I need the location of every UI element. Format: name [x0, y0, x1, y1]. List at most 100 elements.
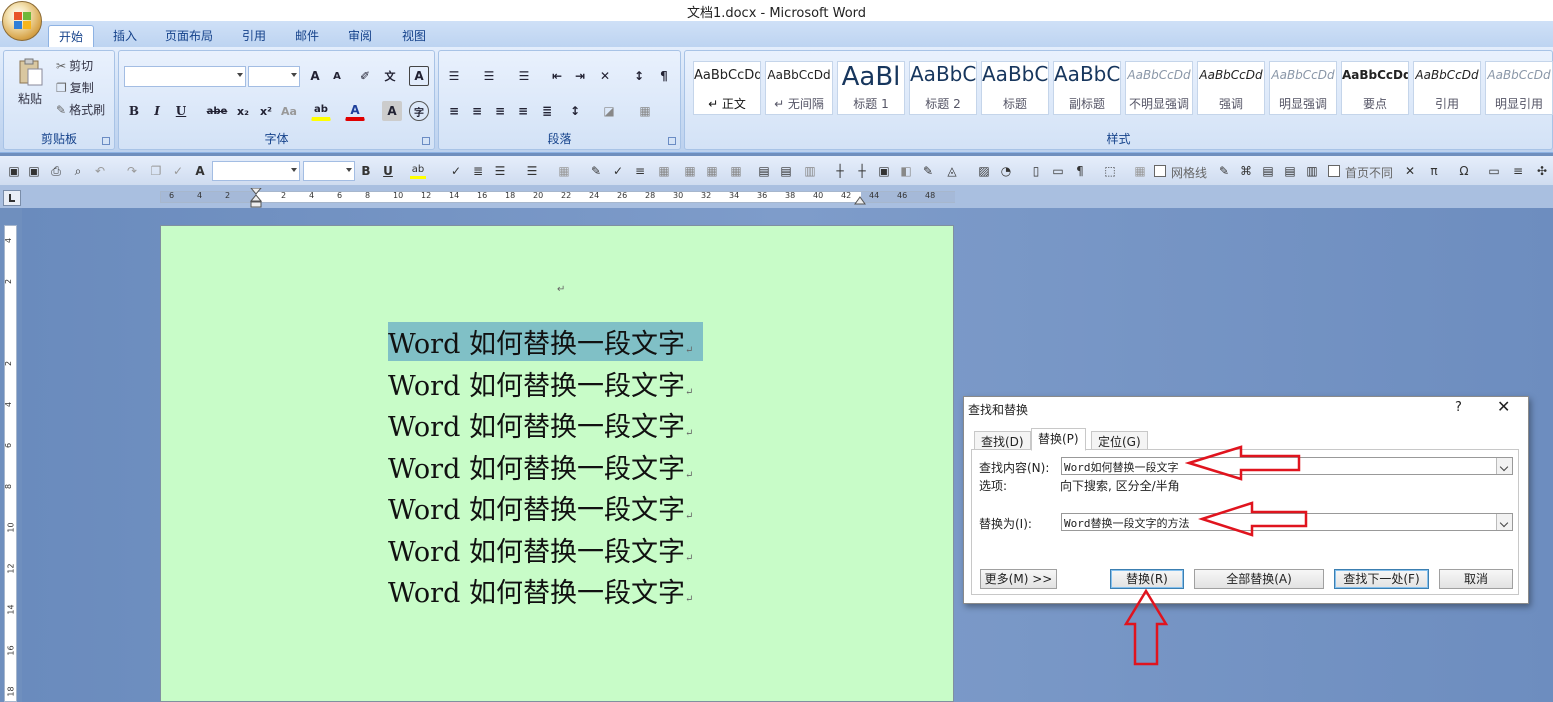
more-button[interactable]: 更多(M) >>	[980, 569, 1057, 589]
qat-fill-icon[interactable]: ◬	[944, 163, 960, 179]
format-brush-small-icon[interactable]: ✓	[170, 163, 186, 179]
shrink-font-button[interactable]: A	[327, 66, 347, 86]
underline-button[interactable]: U	[171, 101, 191, 121]
style-item[interactable]: AaBbCcDd ↵ 无间隔	[765, 61, 833, 115]
document-text-line[interactable]: Word 如何替换一段文字↵	[388, 530, 693, 569]
chevron-down-icon[interactable]	[1496, 514, 1512, 530]
qat-para3-icon[interactable]: ⌘	[1238, 163, 1254, 179]
style-item[interactable]: AaBbCcDd 不明显强调	[1125, 61, 1193, 115]
save-icon[interactable]: ▣	[6, 163, 22, 179]
qat-select-icon[interactable]: ⬚	[1102, 163, 1118, 179]
qat-symbol-icon[interactable]: ▭	[1486, 163, 1502, 179]
cancel-button[interactable]: 取消	[1439, 569, 1513, 589]
tab-mailings[interactable]: 邮件	[285, 25, 329, 47]
replace-all-button[interactable]: 全部替换(A)	[1194, 569, 1324, 589]
qat-paragraph-icon[interactable]: ≣	[470, 163, 486, 179]
tab-references[interactable]: 引用	[232, 25, 276, 47]
tab-view[interactable]: 视图	[392, 25, 436, 47]
tab-insert[interactable]: 插入	[103, 25, 147, 47]
qat-note-icon[interactable]: ▤	[1282, 163, 1298, 179]
qat-merge-icon[interactable]: ▥	[802, 163, 818, 179]
align-left-icon[interactable]: ≡	[444, 101, 464, 121]
show-marks-icon[interactable]: ¶	[654, 66, 674, 86]
document-text-line[interactable]: Word 如何替换一段文字↵	[388, 571, 693, 610]
font-launcher[interactable]	[422, 137, 430, 145]
qat-para2-icon[interactable]: ¶	[1072, 163, 1088, 179]
grow-font-button[interactable]: A	[305, 66, 325, 86]
font-name-combo[interactable]	[124, 66, 246, 87]
increase-indent-icon[interactable]: ⇥	[570, 66, 590, 86]
qat-brush-icon[interactable]: ✎	[1216, 163, 1232, 179]
tab-page-layout[interactable]: 页面布局	[155, 25, 223, 47]
qat-highlight-icon[interactable]: ab	[410, 163, 426, 179]
style-item[interactable]: AaBbCcDd 明显强调	[1269, 61, 1337, 115]
save-as-icon[interactable]: ▣	[26, 163, 42, 179]
qat-table-icon[interactable]: ▦	[656, 163, 672, 179]
qat-center-icon[interactable]: ≡	[632, 163, 648, 179]
cut-button[interactable]: ✂ 剪切	[56, 57, 93, 74]
justify-icon[interactable]: ≡	[513, 101, 533, 121]
bullets-icon[interactable]: ☰	[444, 66, 464, 86]
enclose-char-button[interactable]: 字	[409, 101, 429, 121]
qat-bold-button[interactable]: B	[358, 163, 374, 179]
clipboard-launcher[interactable]	[102, 137, 110, 145]
find-next-button[interactable]: 查找下一处(F)	[1334, 569, 1429, 589]
first-page-diff-checkbox[interactable]	[1328, 165, 1340, 177]
qat-table4-icon[interactable]: ▦	[728, 163, 744, 179]
vertical-ruler[interactable]: 4 2 2 4 6 8 10 12 14 16 18	[4, 225, 17, 702]
strikethrough-button[interactable]: abe	[205, 101, 229, 121]
qat-text-icon[interactable]: ▤	[1260, 163, 1276, 179]
align-right-icon[interactable]: ≡	[490, 101, 510, 121]
multilevel-list-icon[interactable]: ☰	[514, 66, 534, 86]
horizontal-ruler[interactable]: 6 4 2 2 4 6 8 10 12 14 16 18 20 22 24 26 28 30 32 34 36 38 40 4…	[160, 188, 955, 208]
right-indent-marker-icon[interactable]	[854, 194, 866, 206]
borders-icon[interactable]: ▦	[635, 101, 655, 121]
highlight-button[interactable]: ab	[311, 101, 331, 121]
qat-grid3-icon[interactable]: ▦	[1132, 163, 1148, 179]
qat-split2-icon[interactable]: ┼	[854, 163, 870, 179]
paste-button[interactable]: 粘贴	[8, 57, 52, 107]
chevron-down-icon[interactable]	[1496, 458, 1512, 474]
sort-icon[interactable]: ↕	[629, 66, 649, 86]
format-painter-button[interactable]: ✎ 格式刷	[56, 101, 105, 118]
qat-numbering-icon[interactable]: ☰	[524, 163, 540, 179]
qat-chars-icon[interactable]: ✎	[588, 163, 604, 179]
qat-size-combo[interactable]	[303, 161, 355, 181]
qat-frame-icon[interactable]: ▭	[1050, 163, 1066, 179]
tab-replace[interactable]: 替换(P)	[1031, 428, 1086, 451]
change-case-button[interactable]: Aa	[279, 101, 299, 121]
paste-small-icon[interactable]: ❐	[148, 163, 164, 179]
style-item[interactable]: AaBbC 标题	[981, 61, 1049, 115]
indent-marker-icon[interactable]	[250, 188, 262, 208]
qat-textbox-icon[interactable]: ▣	[876, 163, 892, 179]
tab-goto[interactable]: 定位(G)	[1091, 431, 1148, 450]
font-dialog-icon[interactable]: A	[192, 163, 208, 179]
document-text-line[interactable]: Word 如何替换一段文字↵	[388, 447, 693, 486]
subscript-button[interactable]: x₂	[233, 101, 253, 121]
char-border-button[interactable]: A	[409, 66, 429, 86]
qat-table3-icon[interactable]: ▦	[704, 163, 720, 179]
qat-edit-icon[interactable]: ✎	[920, 163, 936, 179]
selected-text-line[interactable]: Word 如何替换一段文字↵	[388, 322, 704, 361]
redo-icon[interactable]: ↷	[124, 163, 140, 179]
print-icon[interactable]: ⎙	[48, 163, 64, 179]
document-text-line[interactable]: Word 如何替换一段文字↵	[388, 364, 693, 403]
help-button[interactable]: ?	[1455, 400, 1462, 415]
clear-format-icon[interactable]: ✐	[355, 66, 375, 86]
qat-more-icon[interactable]: ≡	[1510, 163, 1526, 179]
font-color-button[interactable]: A	[345, 101, 365, 121]
decrease-indent-icon[interactable]: ⇤	[547, 66, 567, 86]
print-preview-icon[interactable]: ⌕	[70, 163, 86, 179]
style-item[interactable]: AaBbCcDd 强调	[1197, 61, 1265, 115]
qat-grid2-icon[interactable]: ▤	[778, 163, 794, 179]
qat-font-combo[interactable]	[212, 161, 300, 181]
numbering-icon[interactable]: ☰	[479, 66, 499, 86]
qat-abc-icon[interactable]: ✓	[610, 163, 626, 179]
style-item[interactable]: AaBbC 副标题	[1053, 61, 1121, 115]
qat-table2-icon[interactable]: ▦	[682, 163, 698, 179]
document-page[interactable]: ↵ Word 如何替换一段文字↵ Word 如何替换一段文字↵ Word 如何替换一…	[160, 225, 954, 702]
distributed-icon[interactable]: ≣	[537, 101, 557, 121]
pi-icon[interactable]: π	[1426, 163, 1442, 179]
align-center-icon[interactable]: ≡	[467, 101, 487, 121]
shading-icon[interactable]: ◪	[599, 101, 619, 121]
